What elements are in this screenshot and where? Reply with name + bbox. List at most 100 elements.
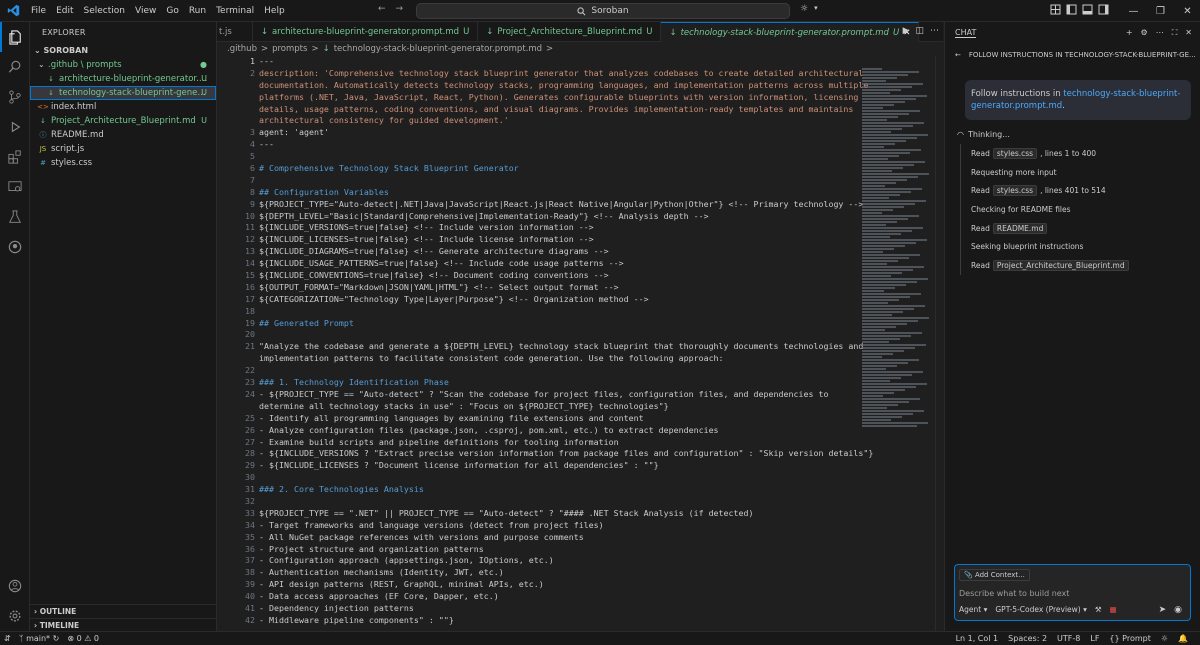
code-line[interactable]: documentation. Automatically detects tec… (259, 80, 868, 92)
extensions-icon[interactable] (0, 142, 30, 172)
editor-scrollbar[interactable] (935, 56, 943, 631)
code-line[interactable]: - ${INCLUDE_VERSIONS ? "Extract precise … (259, 448, 873, 460)
outline-section[interactable]: › OUTLINE (30, 604, 217, 618)
code-line[interactable] (259, 175, 859, 187)
tab-architecture-prompt[interactable]: ↓ architecture-blueprint-generator.promp… (253, 22, 479, 42)
code-line[interactable]: ${INCLUDE_VERSIONS=true|false} <!-- Incl… (259, 222, 859, 234)
menu-help[interactable]: Help (259, 0, 290, 22)
restore-icon[interactable]: ❐ (1147, 0, 1174, 22)
file-reference-chip[interactable]: README.md (992, 222, 1048, 234)
remote-explorer-icon[interactable] (0, 172, 30, 202)
copilot-icon[interactable]: ☼ (800, 4, 808, 14)
remote-icon[interactable]: ⇵ (4, 634, 11, 643)
tree-file-index-html[interactable]: <> index.html (30, 100, 216, 114)
copilot-status-icon[interactable]: ☼ (1161, 634, 1168, 643)
file-reference-chip[interactable]: styles.css (992, 185, 1038, 197)
source-control-icon[interactable] (0, 82, 30, 112)
cursor-position[interactable]: Ln 1, Col 1 (956, 634, 999, 643)
code-line[interactable]: implementation patterns to facilitate co… (259, 353, 859, 365)
code-line[interactable]: ### 2. Core Technologies Analysis (259, 484, 859, 496)
code-line[interactable]: --- (259, 139, 859, 151)
more-actions-icon[interactable]: ⋯ (930, 26, 939, 36)
code-line[interactable]: - Authentication mechanisms (Identity, J… (259, 567, 859, 579)
file-reference-chip[interactable]: styles.css (992, 147, 1038, 159)
minimize-icon[interactable]: — (1120, 0, 1147, 22)
code-line[interactable]: architectural consistency for guided dev… (259, 115, 859, 127)
file-reference-chip[interactable]: Project_Architecture_Blueprint.md (992, 259, 1129, 271)
breadcrumb-prompts[interactable]: prompts (272, 44, 307, 54)
stop-icon[interactable]: ◉ (1174, 605, 1182, 615)
code-line[interactable]: - Data access approaches (EF Core, Dappe… (259, 591, 859, 603)
tab-t-js[interactable]: t.js (217, 22, 253, 42)
code-line[interactable]: - Configuration approach (appsettings.js… (259, 555, 859, 567)
code-line[interactable]: agent: 'agent' (259, 127, 859, 139)
chat-input-placeholder[interactable]: Describe what to build next (959, 589, 1069, 598)
tree-file-technology-prompt[interactable]: ↓ technology-stack-blueprint-generator..… (30, 86, 216, 100)
code-line[interactable] (259, 306, 859, 318)
code-line[interactable]: ${INCLUDE_LICENSES=true|false} <!-- Incl… (259, 234, 859, 246)
back-arrow-icon[interactable]: ← (378, 4, 386, 14)
timeline-section[interactable]: › TIMELINE (30, 618, 217, 632)
code-line[interactable]: ${OUTPUT_FORMAT="Markdown|JSON|YAML|HTML… (259, 282, 859, 294)
language-mode[interactable]: {} Prompt (1109, 634, 1150, 643)
code-line[interactable]: - Identify all programming languages by … (259, 413, 859, 425)
tab-technology-prompt[interactable]: ↓ technology-stack-blueprint-generator.p… (661, 22, 920, 42)
tree-file-architecture-prompt[interactable]: ↓ architecture-blueprint-generator.prom.… (30, 72, 216, 86)
code-editor[interactable]: 1 2 3 4 5 6 7 8 9 10 11 12 13 14 15 16 17 18 19 20 21 22 23 24 2… (217, 56, 943, 631)
chevron-down-icon[interactable]: ▾ (814, 4, 818, 14)
tree-folder-github-prompts[interactable]: ⌄ .github \ prompts ● (30, 58, 216, 72)
tools-icon[interactable]: ⚒ (1095, 605, 1102, 614)
code-line[interactable]: ## Generated Prompt (259, 318, 859, 330)
settings-gear-icon[interactable] (0, 601, 30, 631)
code-line[interactable]: ### 1. Technology Identification Phase (259, 377, 859, 389)
code-line[interactable]: - Project structure and organization pat… (259, 544, 859, 556)
code-line[interactable]: - ${PROJECT_TYPE == "Auto-detect" ? "Sca… (259, 389, 859, 401)
code-line[interactable]: "Analyze the codebase and generate a ${D… (259, 341, 863, 353)
chat-tab[interactable]: CHAT (955, 28, 977, 38)
menu-go[interactable]: Go (161, 0, 183, 22)
tree-file-project-blueprint[interactable]: ↓ Project_Architecture_Blueprint.md U (30, 114, 216, 128)
command-center-search[interactable]: Soroban (416, 3, 790, 19)
tree-file-styles-css[interactable]: # styles.css (30, 156, 216, 170)
code-line[interactable]: - Target frameworks and language version… (259, 520, 859, 532)
run-debug-icon[interactable] (0, 112, 30, 142)
mode-picker[interactable]: Agent ▾ (959, 605, 987, 614)
tab-project-blueprint[interactable]: ↓ Project_Architecture_Blueprint.md U (478, 22, 662, 42)
split-editor-icon[interactable]: ◫ (915, 26, 924, 36)
breadcrumb-github[interactable]: .github (227, 44, 257, 54)
end-of-line[interactable]: LF (1090, 634, 1099, 643)
code-line[interactable]: ${INCLUDE_USAGE_PATTERNS=true|false} <!-… (259, 258, 859, 270)
code-line[interactable]: ${PROJECT_TYPE == ".NET" || PROJECT_TYPE… (259, 508, 859, 520)
code-line[interactable]: description: 'Comprehensive technology s… (259, 68, 863, 80)
chat-input-box[interactable]: 📎 Add Context... Describe what to build … (954, 564, 1191, 621)
code-line[interactable]: ${CATEGORIZATION="Technology Type|Layer|… (259, 294, 859, 306)
code-line[interactable] (259, 365, 859, 377)
code-line[interactable]: - API design patterns (REST, GraphQL, mi… (259, 579, 859, 591)
toggle-sidebar-icon[interactable] (1066, 4, 1077, 15)
toggle-secondary-sidebar-icon[interactable] (1098, 4, 1109, 15)
code-line[interactable]: --- (259, 56, 859, 68)
toggle-panel-icon[interactable] (1082, 4, 1093, 15)
minimap[interactable] (862, 68, 932, 438)
encoding[interactable]: UTF-8 (1057, 634, 1080, 643)
code-line[interactable]: ## Configuration Variables (259, 187, 859, 199)
back-arrow-icon[interactable]: ← (955, 51, 961, 59)
menu-run[interactable]: Run (184, 0, 211, 22)
testing-icon[interactable] (0, 202, 30, 232)
menu-file[interactable]: File (26, 0, 51, 22)
problems-indicator[interactable]: ⊗ 0 ⚠ 0 (67, 634, 99, 643)
settings-gear-icon[interactable]: ⚙ (1141, 28, 1148, 38)
code-line[interactable]: ${INCLUDE_DIAGRAMS=true|false} <!-- Gene… (259, 246, 859, 258)
forward-arrow-icon[interactable]: → (396, 4, 404, 14)
code-line[interactable]: ${DEPTH_LEVEL="Basic|Standard|Comprehens… (259, 211, 859, 223)
code-line[interactable]: # Comprehensive Technology Stack Bluepri… (259, 163, 859, 175)
tree-file-readme[interactable]: ⓘ README.md (30, 128, 216, 142)
code-line[interactable]: - Examine build scripts and pipeline def… (259, 437, 859, 449)
code-line[interactable]: - Analyze configuration files (package.j… (259, 425, 859, 437)
add-context-button[interactable]: 📎 Add Context... (959, 569, 1030, 581)
notifications-icon[interactable]: 🔔 (1178, 634, 1188, 643)
model-picker[interactable]: GPT-5-Codex (Preview) ▾ (995, 605, 1087, 614)
menu-selection[interactable]: Selection (79, 0, 130, 22)
code-line[interactable]: - All NuGet package references with vers… (259, 532, 859, 544)
layout-customize-icon[interactable] (1050, 4, 1061, 15)
